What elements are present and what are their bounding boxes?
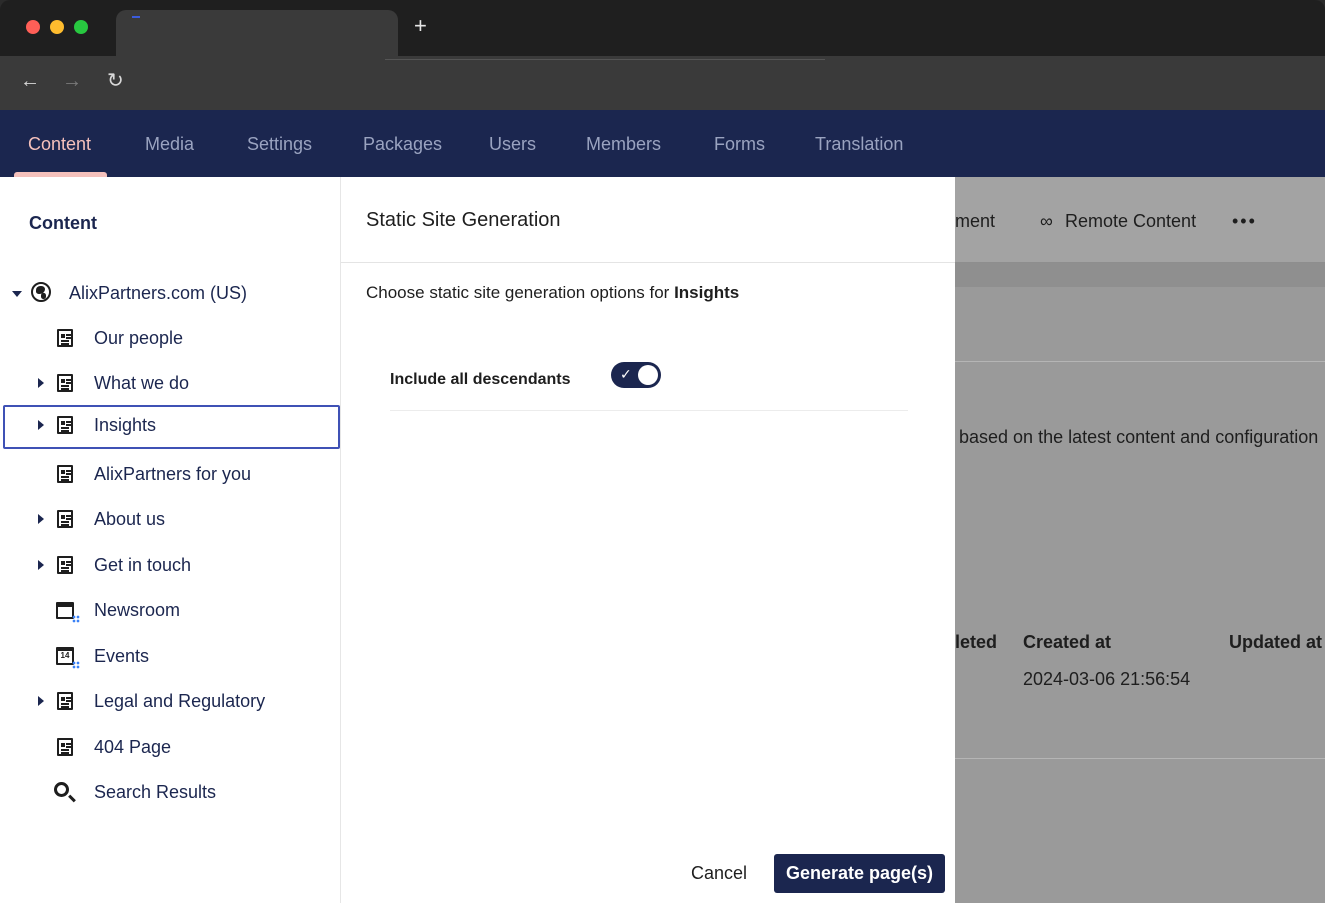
document-icon bbox=[57, 556, 73, 574]
reload-icon[interactable]: ↻ bbox=[107, 70, 124, 92]
panel-intro: Choose static site generation options fo… bbox=[366, 283, 739, 303]
tab-members[interactable]: Members bbox=[586, 134, 661, 155]
favicon-icon bbox=[132, 16, 140, 18]
tree-item-legal-and-regulatory[interactable]: Legal and Regulatory bbox=[0, 681, 341, 725]
globe-icon bbox=[31, 282, 51, 302]
tab-translation[interactable]: Translation bbox=[815, 134, 903, 155]
tree-item-get-in-touch[interactable]: Get in touch bbox=[0, 545, 341, 589]
toggle-knob bbox=[638, 365, 658, 385]
tree-item-label: Newsroom bbox=[94, 600, 181, 620]
expand-caret-icon[interactable] bbox=[38, 420, 44, 430]
tree-item-label: Search Results bbox=[94, 782, 217, 802]
generate-pages-button[interactable]: Generate page(s) bbox=[774, 854, 945, 893]
updated-at-header: Updated at bbox=[1229, 632, 1323, 652]
grid-badge-icon bbox=[72, 661, 80, 669]
back-arrow-icon[interactable]: ← bbox=[20, 70, 40, 92]
document-icon bbox=[57, 738, 73, 756]
tab-settings[interactable]: Settings bbox=[247, 134, 312, 155]
content-sidebar: Content AlixPartners.com (US) Our people… bbox=[0, 177, 341, 903]
expand-caret-icon[interactable] bbox=[38, 514, 44, 524]
close-window-button[interactable] bbox=[26, 20, 40, 34]
expand-caret-icon[interactable] bbox=[12, 291, 22, 297]
document-icon bbox=[57, 465, 73, 483]
document-icon bbox=[57, 329, 73, 347]
tree-item-404-page[interactable]: 404 Page bbox=[0, 727, 341, 771]
tab-packages[interactable]: Packages bbox=[363, 134, 442, 155]
background-tab-partial: ment bbox=[955, 211, 996, 231]
expand-caret-icon[interactable] bbox=[38, 378, 44, 388]
tree-item-label: AlixPartners.com (US) bbox=[69, 283, 248, 303]
tab-content[interactable]: Content bbox=[28, 134, 91, 155]
tree-item-events[interactable]: 14 Events bbox=[0, 636, 341, 680]
tree-item-label: Events bbox=[94, 646, 150, 666]
grid-badge-icon bbox=[72, 615, 80, 623]
sidebar-title: Content bbox=[29, 213, 97, 233]
static-site-generation-panel: Static Site Generation Choose static sit… bbox=[341, 177, 955, 903]
toolbar-divider bbox=[385, 59, 825, 60]
more-icon: ••• bbox=[1232, 211, 1257, 231]
browser-tab[interactable] bbox=[116, 10, 398, 56]
expand-caret-icon[interactable] bbox=[38, 560, 44, 570]
remote-content-tab: Remote Content bbox=[1065, 211, 1197, 231]
include-descendants-label: Include all descendants bbox=[390, 371, 571, 388]
new-tab-button[interactable]: + bbox=[414, 14, 427, 38]
checkmark-icon: ✓ bbox=[620, 366, 632, 382]
tab-media[interactable]: Media bbox=[145, 134, 194, 155]
browser-toolbar: ← → ↻ bbox=[0, 56, 1325, 110]
browser-tab-strip: + bbox=[0, 0, 1325, 56]
maximize-window-button[interactable] bbox=[74, 20, 88, 34]
created-at-header: Created at bbox=[1023, 632, 1112, 652]
tree-item-our-people[interactable]: Our people bbox=[0, 318, 341, 362]
tree-item-newsroom[interactable]: Newsroom bbox=[0, 590, 341, 634]
document-icon bbox=[57, 510, 73, 528]
background-divider bbox=[955, 361, 1325, 362]
expand-caret-icon[interactable] bbox=[38, 696, 44, 706]
background-description: based on the latest content and configur… bbox=[959, 427, 1319, 447]
cancel-button[interactable]: Cancel bbox=[691, 863, 747, 884]
tree-item-what-we-do[interactable]: What we do bbox=[0, 363, 341, 407]
tree-item-search-results[interactable]: Search Results bbox=[0, 772, 341, 816]
tree-item-insights[interactable]: Insights bbox=[3, 405, 340, 449]
background-divider bbox=[955, 758, 1325, 759]
tab-forms[interactable]: Forms bbox=[714, 134, 765, 155]
forward-arrow-icon[interactable]: → bbox=[62, 70, 82, 92]
created-at-value: 2024-03-06 21:56:54 bbox=[1023, 669, 1191, 689]
tree-item-label: AlixPartners for you bbox=[94, 464, 252, 484]
include-descendants-toggle[interactable]: ✓ bbox=[611, 362, 661, 388]
app-header: Content Media Settings Packages Users Me… bbox=[0, 110, 1325, 177]
tree-item-root[interactable]: AlixPartners.com (US) bbox=[0, 273, 341, 317]
tree-item-label: Legal and Regulatory bbox=[94, 691, 266, 711]
tree-item-label: Insights bbox=[94, 415, 157, 435]
minimize-window-button[interactable] bbox=[50, 20, 64, 34]
infinity-icon: ∞ bbox=[1040, 211, 1053, 231]
tab-users[interactable]: Users bbox=[489, 134, 536, 155]
tree-item-label: Get in touch bbox=[94, 555, 192, 575]
intro-text: Choose static site generation options fo… bbox=[366, 283, 675, 302]
intro-target: Insights bbox=[674, 283, 740, 302]
search-icon bbox=[54, 782, 69, 797]
panel-title: Static Site Generation bbox=[366, 209, 561, 231]
tree-item-label: Our people bbox=[94, 328, 184, 348]
tree-item-label: 404 Page bbox=[94, 737, 172, 757]
browser-chrome: + ← → ↻ bbox=[0, 0, 1325, 110]
background-column-partial: leted bbox=[955, 632, 998, 652]
tree-item-alixpartners-for-you[interactable]: AlixPartners for you bbox=[0, 454, 341, 498]
document-icon bbox=[57, 416, 73, 434]
document-icon bbox=[57, 692, 73, 710]
tree-item-label: What we do bbox=[94, 373, 190, 393]
panel-header: Static Site Generation bbox=[341, 177, 955, 263]
tree-item-about-us[interactable]: About us bbox=[0, 499, 341, 543]
tree-item-label: About us bbox=[94, 509, 166, 529]
include-descendants-row: Include all descendants ✓ bbox=[390, 349, 908, 411]
document-icon bbox=[57, 374, 73, 392]
